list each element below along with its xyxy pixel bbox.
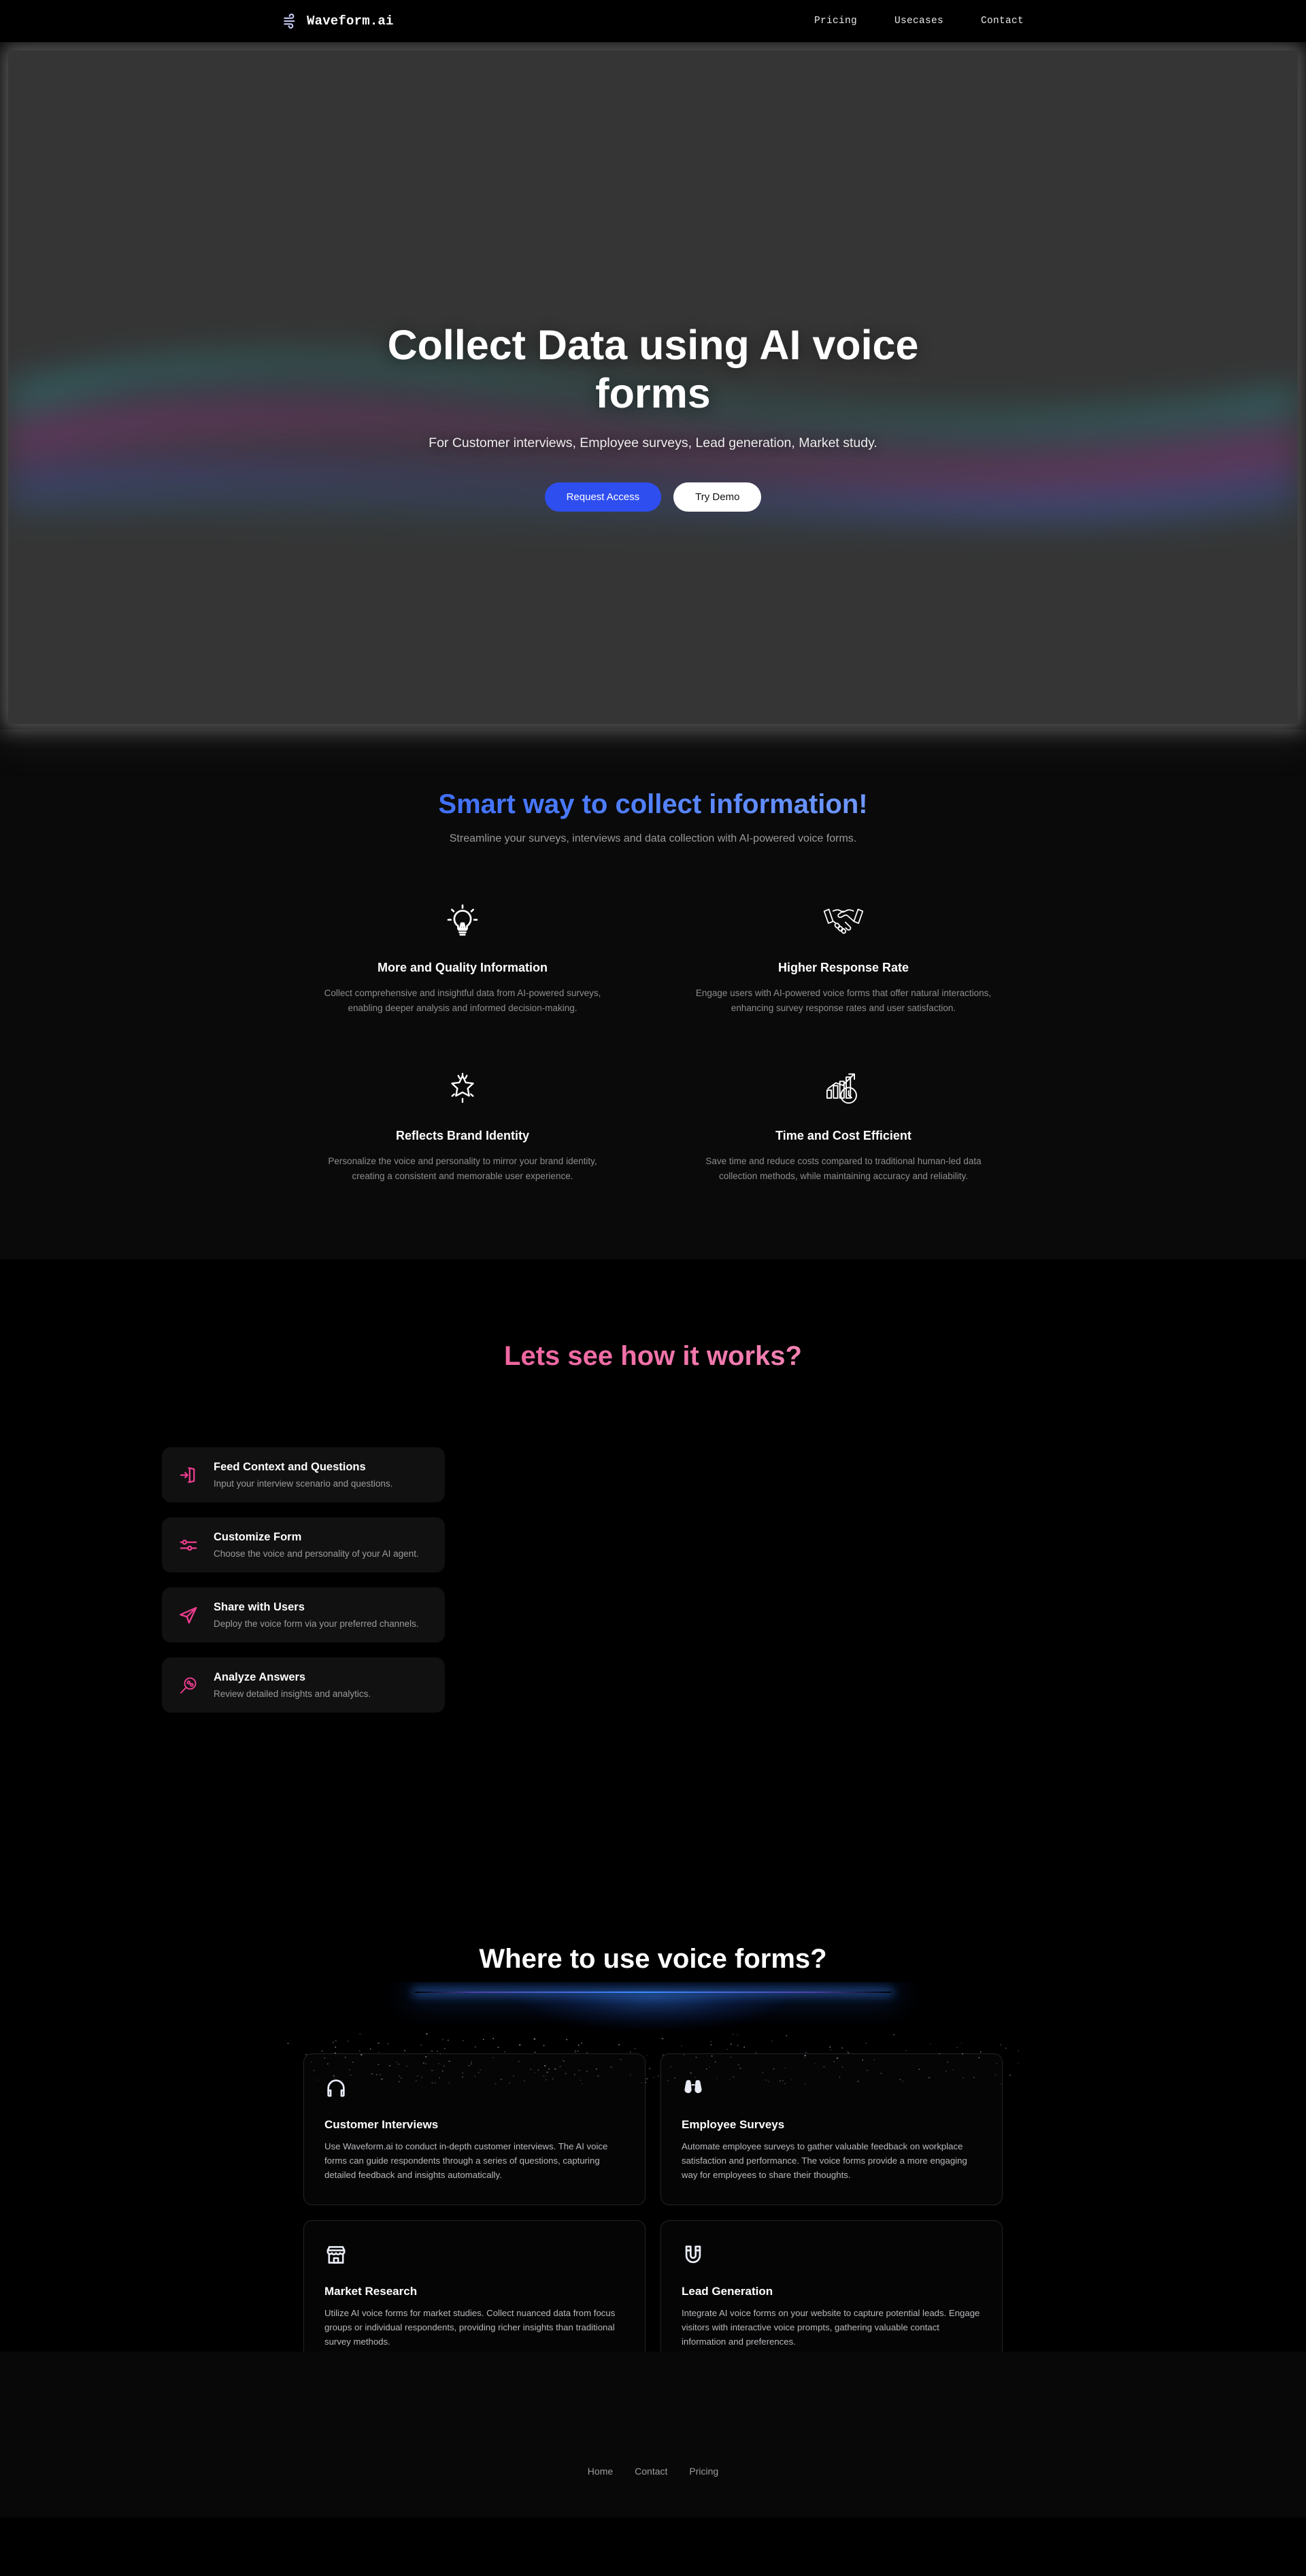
usecase-title: Customer Interviews [324, 2118, 624, 2132]
feature-card: More and Quality Information Collect com… [313, 895, 612, 1016]
beam-glow [510, 1993, 796, 2031]
magnifier-chart-icon [177, 1674, 200, 1697]
feature-title: Time and Cost Efficient [775, 1129, 911, 1143]
request-access-button[interactable]: Request Access [545, 482, 662, 512]
usecase-desc: Utilize AI voice forms for market studie… [324, 2307, 624, 2349]
hero-content: Collect Data using AI voice forms For Cu… [8, 321, 1298, 512]
usecase-title: Market Research [324, 2285, 624, 2298]
logo-text: Waveform.ai [307, 14, 394, 29]
hero-buttons: Request Access Try Demo [545, 482, 762, 512]
handshake-icon [822, 895, 865, 946]
usecases-heading-wrap: Where to use voice forms? [0, 1944, 1306, 1975]
star-sparkle-icon [444, 1063, 481, 1114]
features-heading: Smart way to collect information! [0, 788, 1306, 821]
logo[interactable]: Waveform.ai [282, 12, 394, 30]
usecase-card-employee-surveys[interactable]: Employee Surveys Automate employee surve… [660, 2053, 1003, 2205]
feature-desc: Collect comprehensive and insightful dat… [313, 986, 612, 1016]
feature-desc: Save time and reduce costs compared to t… [694, 1154, 993, 1184]
login-arrow-icon [177, 1464, 200, 1487]
step-card-analyze-answers[interactable]: Analyze Answers Review detailed insights… [162, 1657, 445, 1713]
wind-icon [282, 12, 300, 30]
nav-link-contact[interactable]: Contact [981, 16, 1024, 27]
feature-desc: Engage users with AI-powered voice forms… [694, 986, 993, 1016]
step-desc: Review detailed insights and analytics. [214, 1689, 371, 1699]
hero-title: Collect Data using AI voice forms [374, 321, 932, 418]
step-title: Customize Form [214, 1531, 419, 1544]
steps-list: Feed Context and Questions Input your in… [162, 1447, 445, 1713]
footer-link-home[interactable]: Home [588, 2466, 613, 2477]
lightbulb-icon [443, 895, 482, 946]
nav-link-pricing[interactable]: Pricing [814, 16, 857, 27]
features-section: Smart way to collect information! Stream… [0, 729, 1306, 1259]
usecase-title: Lead Generation [682, 2285, 982, 2298]
nav-links: Pricing Usecases Contact [814, 16, 1024, 27]
usecase-card-lead-generation[interactable]: Lead Generation Integrate AI voice forms… [660, 2220, 1003, 2372]
features-subheading: Streamline your surveys, interviews and … [0, 833, 1306, 845]
binoculars-icon [682, 2075, 982, 2102]
beam-line [415, 1992, 891, 1993]
usecase-desc: Integrate AI voice forms on your website… [682, 2307, 982, 2349]
footer: Home Contact Pricing [0, 2351, 1306, 2517]
feature-card: Time and Cost Efficient Save time and re… [694, 1063, 993, 1184]
feature-title: More and Quality Information [378, 961, 548, 975]
step-desc: Deploy the voice form via your preferred… [214, 1619, 419, 1629]
step-desc: Choose the voice and personality of your… [214, 1549, 419, 1559]
usecase-card-customer-interviews[interactable]: Customer Interviews Use Waveform.ai to c… [303, 2053, 646, 2205]
usecase-desc: Use Waveform.ai to conduct in-depth cust… [324, 2140, 624, 2183]
storefront-icon [324, 2241, 624, 2268]
try-demo-button[interactable]: Try Demo [673, 482, 761, 512]
features-grid: More and Quality Information Collect com… [313, 895, 993, 1183]
footer-links: Home Contact Pricing [588, 2466, 718, 2477]
feature-title: Higher Response Rate [778, 961, 909, 975]
footer-link-contact[interactable]: Contact [635, 2466, 667, 2477]
top-navigation-bar: Waveform.ai Pricing Usecases Contact [0, 0, 1306, 42]
step-title: Analyze Answers [214, 1671, 371, 1684]
magnet-icon [682, 2241, 982, 2268]
footer-link-pricing[interactable]: Pricing [689, 2466, 718, 2477]
how-it-works-section: Lets see how it works? Feed Context and … [0, 1259, 1306, 1944]
hero-section: Collect Data using AI voice forms For Cu… [0, 42, 1306, 729]
step-title: Share with Users [214, 1601, 419, 1614]
usecases-grid: Customer Interviews Use Waveform.ai to c… [303, 2053, 1003, 2371]
usecases-heading: Where to use voice forms? [0, 1944, 1306, 1975]
feature-card: Higher Response Rate Engage users with A… [694, 895, 993, 1016]
usecase-card-market-research[interactable]: Market Research Utilize AI voice forms f… [303, 2220, 646, 2372]
chart-clock-icon [824, 1063, 863, 1114]
step-card-feed-context[interactable]: Feed Context and Questions Input your in… [162, 1447, 445, 1502]
usecase-title: Employee Surveys [682, 2118, 982, 2132]
step-title: Feed Context and Questions [214, 1461, 392, 1474]
step-card-share-with-users[interactable]: Share with Users Deploy the voice form v… [162, 1587, 445, 1642]
hero-panel: Collect Data using AI voice forms For Cu… [8, 50, 1298, 724]
nav-link-usecases[interactable]: Usecases [894, 16, 943, 27]
feature-desc: Personalize the voice and personality to… [313, 1154, 612, 1184]
how-it-works-heading: Lets see how it works? [0, 1340, 1306, 1372]
headphones-icon [324, 2075, 624, 2102]
feature-card: Reflects Brand Identity Personalize the … [313, 1063, 612, 1184]
feature-title: Reflects Brand Identity [396, 1129, 529, 1143]
usecase-desc: Automate employee surveys to gather valu… [682, 2140, 982, 2183]
step-card-customize-form[interactable]: Customize Form Choose the voice and pers… [162, 1517, 445, 1572]
sliders-icon [177, 1534, 200, 1557]
send-icon [177, 1604, 200, 1627]
hero-subtitle: For Customer interviews, Employee survey… [429, 435, 877, 451]
step-desc: Input your interview scenario and questi… [214, 1479, 392, 1489]
